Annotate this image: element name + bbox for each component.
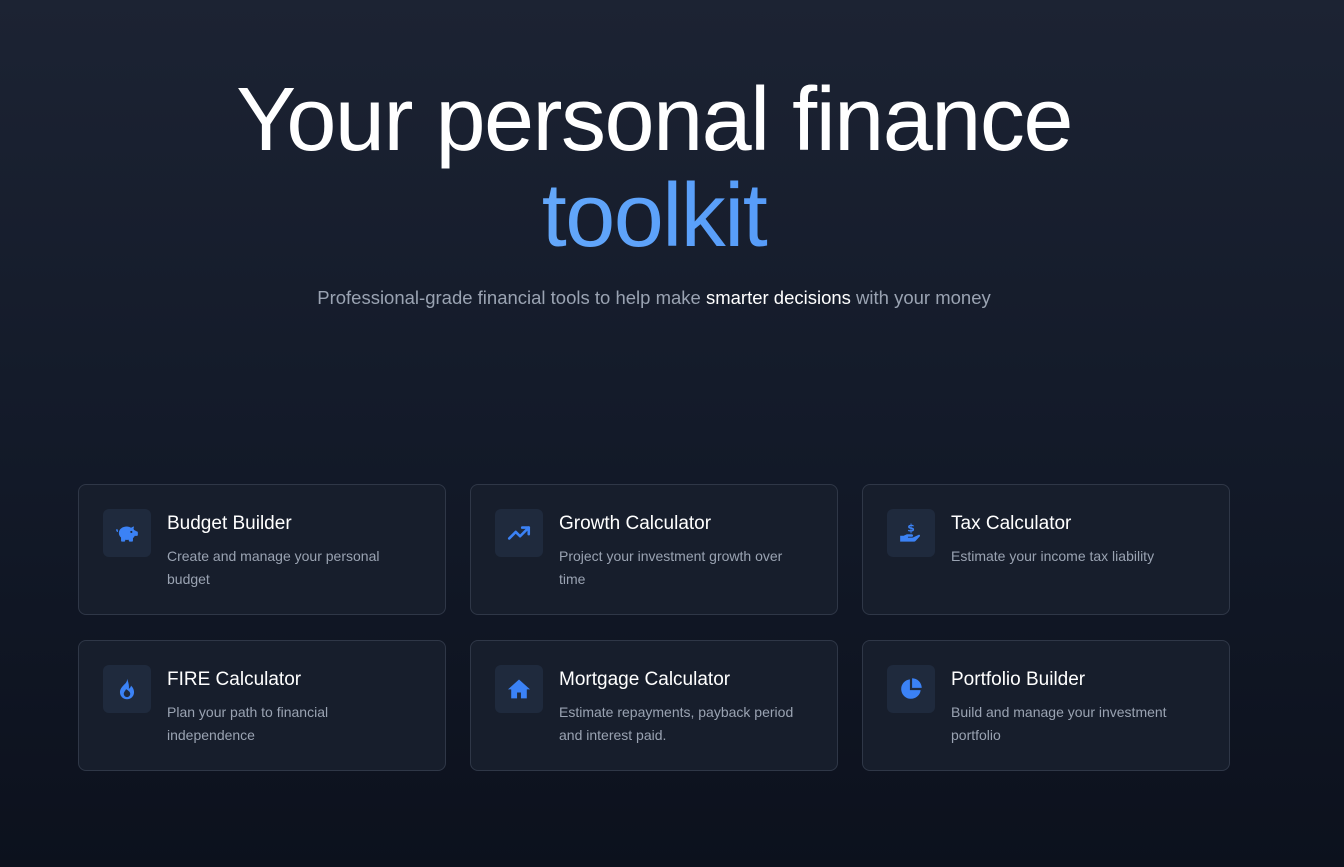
hero-subtitle: Professional-grade financial tools to he… [310, 284, 998, 312]
tool-card-title: Tax Calculator [951, 513, 1072, 534]
tool-card-mortgage-calculator[interactable]: Mortgage Calculator Estimate repayments,… [470, 640, 838, 771]
pie-chart-icon [887, 665, 935, 713]
piggy-bank-icon [103, 509, 151, 557]
hero-title: Your personal finance toolkit [0, 72, 1308, 264]
hero-title-line1: Your personal finance [236, 70, 1073, 170]
tool-card-growth-calculator[interactable]: Growth Calculator Project your investmen… [470, 484, 838, 615]
trending-up-icon [495, 509, 543, 557]
tool-card-fire-calculator[interactable]: FIRE Calculator Plan your path to financ… [78, 640, 446, 771]
tool-card-title: Portfolio Builder [951, 669, 1086, 690]
tool-card-description: Estimate repayments, payback period and … [559, 704, 794, 743]
tool-card-budget-builder[interactable]: Budget Builder Create and manage your pe… [78, 484, 446, 615]
hero-subtitle-start: Professional-grade financial tools to he… [317, 287, 706, 308]
hero-title-highlight: toolkit [0, 168, 1308, 264]
home-icon [495, 665, 543, 713]
tools-grid: Budget Builder Create and manage your pe… [78, 484, 1230, 771]
tool-card-tax-calculator[interactable]: $ Tax Calculator Estimate your income ta… [862, 484, 1230, 615]
tool-card-description: Build and manage your investment portfol… [951, 704, 1167, 743]
tool-card-title: Mortgage Calculator [559, 669, 731, 690]
tool-card-title: Budget Builder [167, 513, 292, 534]
hero-subtitle-highlight: smarter decisions [705, 287, 851, 308]
fire-icon [103, 665, 151, 713]
tool-card-portfolio-builder[interactable]: Portfolio Builder Build and manage your … [862, 640, 1230, 771]
svg-text:$: $ [907, 521, 915, 534]
tool-card-description: Create and manage your personal budget [167, 548, 380, 587]
hero-subtitle-end: with your money [850, 287, 991, 308]
tool-card-description: Project your investment growth over time [559, 548, 783, 587]
tool-card-description: Estimate your income tax liability [951, 548, 1155, 564]
tool-card-title: Growth Calculator [559, 513, 712, 534]
tool-card-title: FIRE Calculator [167, 669, 302, 690]
hand-dollar-icon: $ [887, 509, 935, 557]
tool-card-description: Plan your path to financial independence [167, 704, 329, 743]
